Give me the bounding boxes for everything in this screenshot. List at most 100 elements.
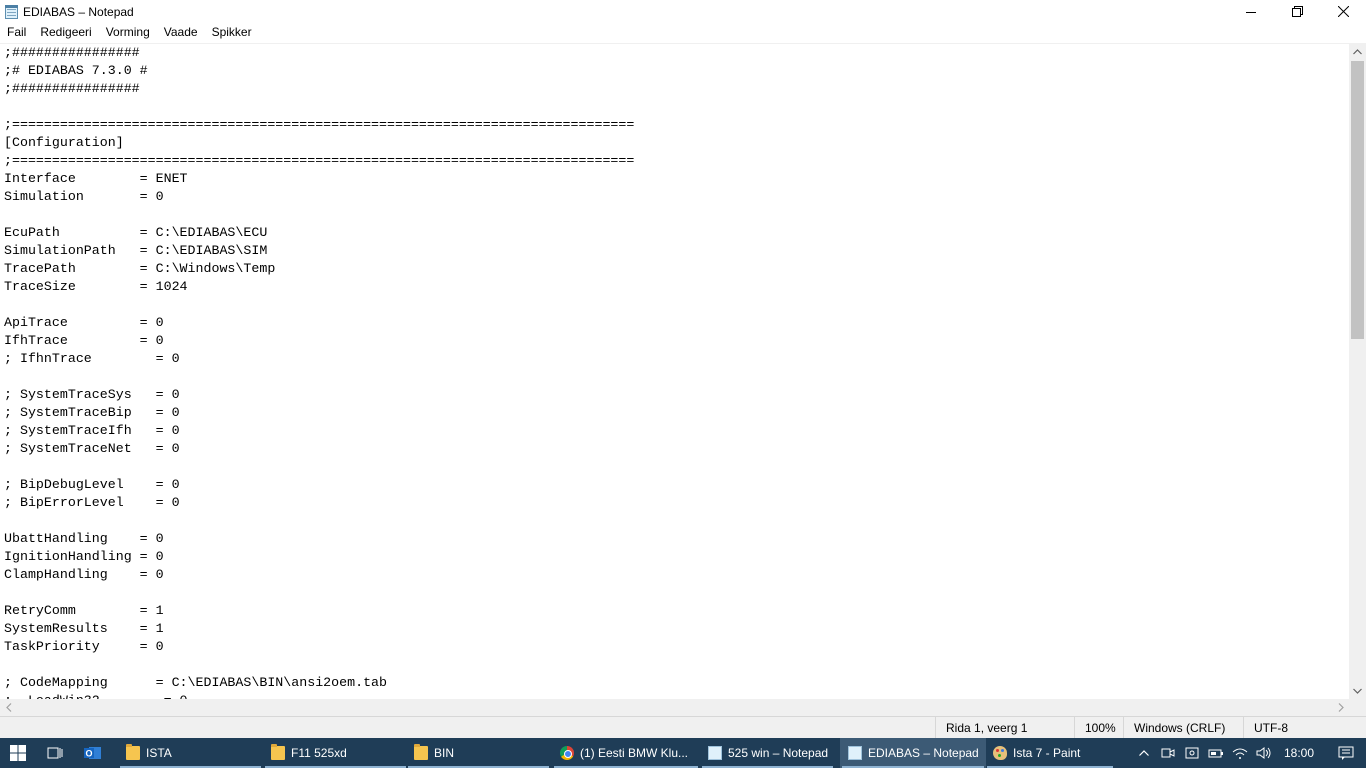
editor-line[interactable]: RetryComm = 1 [4,602,1349,620]
editor-line[interactable] [4,656,1349,674]
editor-line[interactable] [4,206,1349,224]
editor-line[interactable] [4,296,1349,314]
close-icon [1337,6,1349,17]
menu-edit[interactable]: Redigeeri [33,23,98,42]
vertical-scroll-thumb[interactable] [1351,61,1364,339]
taskbar-item[interactable]: (1) Eesti BMW Klu... [552,738,700,768]
editor-line[interactable] [4,512,1349,530]
editor-line[interactable]: ;=======================================… [4,152,1349,170]
folder-icon [414,744,428,760]
editor-line[interactable]: IgnitionHandling = 0 [4,548,1349,566]
windows-logo-icon [10,745,26,761]
screen-capture-icon[interactable] [1180,738,1204,768]
chevron-up-icon [1353,48,1362,54]
editor-line[interactable] [4,458,1349,476]
notepad-icon [708,746,722,760]
editor-line[interactable]: SystemResults = 1 [4,620,1349,638]
taskbar-item[interactable]: F11 525xd [263,738,408,768]
editor-line[interactable]: ; BipErrorLevel = 0 [4,494,1349,512]
taskbar-item[interactable]: 525 win – Notepad [700,738,835,768]
scroll-right-arrow[interactable] [1332,699,1349,716]
editor-line[interactable]: ClampHandling = 0 [4,566,1349,584]
taskbar-item[interactable]: BIN [406,738,551,768]
line-ending: Windows (CRLF) [1123,717,1243,739]
menu-bar: Fail Redigeeri Vorming Vaade Spikker [0,23,1366,42]
editor-line[interactable]: ; SystemTraceNet = 0 [4,440,1349,458]
editor-line[interactable]: ;################ [4,44,1349,62]
wifi-icon[interactable] [1228,738,1252,768]
minimize-button[interactable] [1228,0,1274,23]
window-title: EDIABAS – Notepad [23,4,134,19]
chevron-up-icon [1139,750,1149,756]
editor-line[interactable]: ; BipDebugLevel = 0 [4,476,1349,494]
chevron-down-icon [1353,688,1362,694]
taskbar-item-label: EDIABAS – Notepad [868,746,979,760]
menu-view[interactable]: Vaade [157,23,205,42]
show-hidden-icons-button[interactable] [1132,738,1156,768]
clock[interactable]: 18:00 [1276,746,1326,760]
taskbar-item[interactable]: ISTA [118,738,263,768]
menu-format[interactable]: Vorming [99,23,157,42]
editor-line[interactable]: IfhTrace = 0 [4,332,1349,350]
editor-line[interactable]: [Configuration] [4,134,1349,152]
editor-line[interactable]: TaskPriority = 0 [4,638,1349,656]
task-view-button[interactable] [36,738,74,768]
editor-line[interactable]: ; SystemTraceBip = 0 [4,404,1349,422]
editor-line[interactable]: SimulationPath = C:\EDIABAS\SIM [4,242,1349,260]
title-bar: EDIABAS – Notepad [0,0,1366,23]
system-tray: 18:00 [1132,738,1366,768]
menu-file[interactable]: Fail [0,23,33,42]
restore-button[interactable] [1274,0,1320,23]
editor-line[interactable] [4,98,1349,116]
meet-now-icon[interactable] [1156,738,1180,768]
status-bar: Rida 1, veerg 1 100% Windows (CRLF) UTF-… [0,716,1366,739]
editor-content[interactable]: ;################ ;# EDIABAS 7.3.0 # ;####… [0,44,1349,699]
editor-line[interactable]: ; IfhnTrace = 0 [4,350,1349,368]
encoding: UTF-8 [1243,717,1366,739]
editor-line[interactable]: ;=======================================… [4,116,1349,134]
editor-line[interactable] [4,368,1349,386]
editor-line[interactable]: UbattHandling = 0 [4,530,1349,548]
battery-icon[interactable] [1204,738,1228,768]
editor-line[interactable]: ; SystemTraceSys = 0 [4,386,1349,404]
start-button[interactable] [0,738,36,768]
editor-line[interactable]: Simulation = 0 [4,188,1349,206]
editor-line[interactable]: ;################ [4,80,1349,98]
chevron-left-icon [5,703,11,712]
editor-line[interactable]: TraceSize = 1024 [4,278,1349,296]
paint-icon [993,746,1007,760]
notification-icon [1338,746,1354,760]
editor-line[interactable]: EcuPath = C:\EDIABAS\ECU [4,224,1349,242]
notification-center-button[interactable] [1326,738,1366,768]
taskbar-item-label: ISTA [146,746,172,760]
editor-line[interactable]: ; LoadWin32 = 0 [4,692,1349,699]
horizontal-scrollbar[interactable] [0,699,1349,716]
zoom-level: 100% [1074,717,1123,739]
taskbar: O ISTA F11 525xd BIN (1) Eesti BMW Klu... 52… [0,738,1366,768]
taskbar-item-label: Ista 7 - Paint [1013,746,1081,760]
volume-icon[interactable] [1252,738,1276,768]
folder-icon [271,744,285,760]
outlook-icon: O [84,747,101,759]
outlook-button[interactable]: O [74,738,112,768]
editor-line[interactable]: ; CodeMapping = C:\EDIABAS\BIN\ansi2oem.… [4,674,1349,692]
taskbar-item[interactable]: EDIABAS – Notepad [840,738,986,768]
notepad-icon [848,746,862,760]
chevron-right-icon [1338,703,1344,712]
vertical-scrollbar[interactable] [1349,43,1366,699]
scroll-down-arrow[interactable] [1349,682,1366,699]
editor-line[interactable] [4,584,1349,602]
scroll-up-arrow[interactable] [1349,43,1366,60]
editor-line[interactable]: ; SystemTraceIfh = 0 [4,422,1349,440]
editor-line[interactable]: ;# EDIABAS 7.3.0 # [4,62,1349,80]
editor-line[interactable]: ApiTrace = 0 [4,314,1349,332]
scrollbar-corner [1349,699,1366,716]
editor-line[interactable]: TracePath = C:\Windows\Temp [4,260,1349,278]
scroll-left-arrow[interactable] [0,699,17,716]
editor-line[interactable]: Interface = ENET [4,170,1349,188]
taskbar-item[interactable]: Ista 7 - Paint [985,738,1115,768]
text-editor[interactable]: ;################ ;# EDIABAS 7.3.0 # ;####… [0,43,1349,699]
close-button[interactable] [1320,0,1366,23]
restore-icon [1291,6,1303,17]
menu-help[interactable]: Spikker [205,23,259,42]
